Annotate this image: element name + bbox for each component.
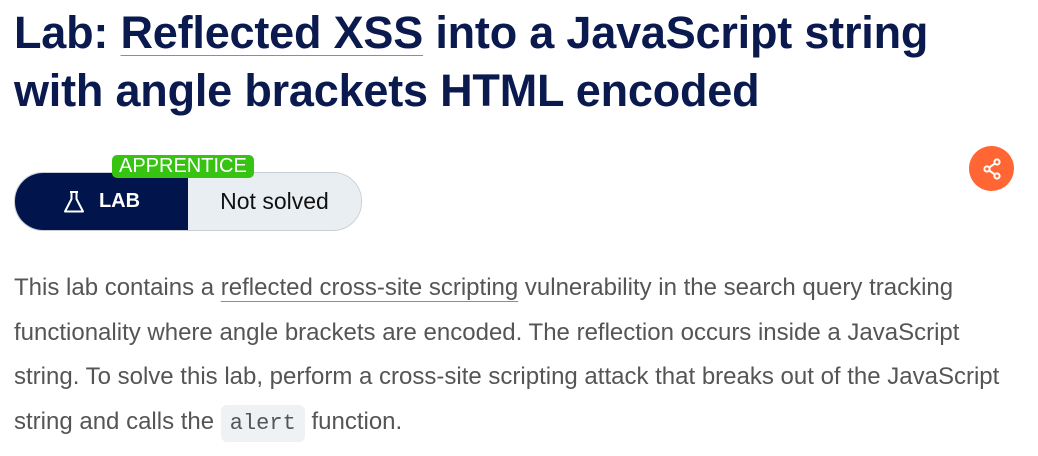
share-button[interactable] (969, 146, 1014, 191)
lab-description: This lab contains a reflected cross-site… (14, 266, 1029, 446)
page-title: Lab: Reflected XSS into a JavaScript str… (14, 4, 1024, 120)
desc-text: function. (304, 407, 403, 435)
desc-text: This lab contains a (14, 274, 221, 301)
lab-status-badge: LAB Not solved (14, 172, 362, 231)
title-prefix: Lab: (14, 7, 121, 58)
solved-status: Not solved (188, 173, 361, 230)
lab-label: LAB (15, 173, 188, 230)
flask-icon (63, 190, 84, 212)
level-tag: APPRENTICE (112, 155, 254, 178)
share-icon (982, 157, 1001, 180)
lab-type-text: LAB (98, 190, 141, 212)
alert-code: alert (220, 404, 305, 442)
reflected-xss-link[interactable]: Reflected XSS (121, 7, 424, 58)
reflected-xss-doc-link[interactable]: reflected cross-site scripting (221, 274, 518, 301)
